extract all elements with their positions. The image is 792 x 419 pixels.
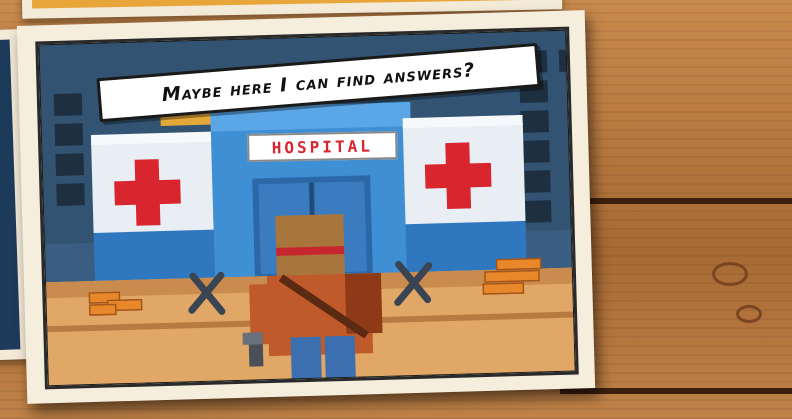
- plank-gap-upper: [560, 198, 792, 204]
- wood-knot: [712, 262, 748, 286]
- hospital-sign: HOSPITAL: [247, 131, 398, 162]
- plank-gap-lower: [560, 388, 792, 394]
- hospital-sign-text: HOSPITAL: [271, 136, 374, 157]
- comic-panel-card[interactable]: HOSPITAL Maybe here I can find answers?: [16, 10, 596, 404]
- wood-knot: [736, 305, 762, 323]
- comic-scene: HOSPITAL Maybe here I can find answers?: [35, 26, 579, 390]
